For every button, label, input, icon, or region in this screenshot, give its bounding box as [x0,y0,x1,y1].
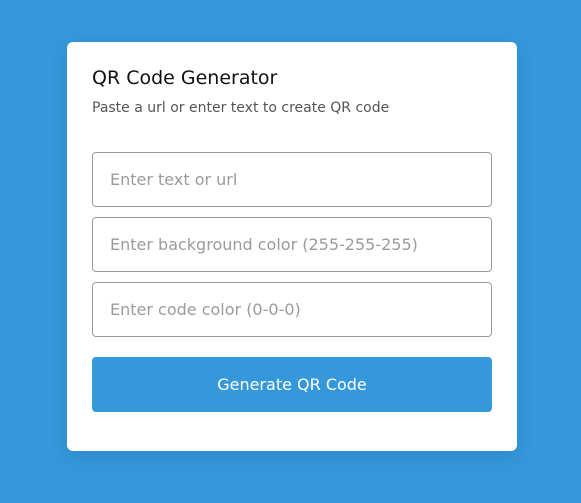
page-subtitle: Paste a url or enter text to create QR c… [92,100,390,116]
generate-qr-code-button[interactable]: Generate QR Code [92,357,492,412]
code-color-input[interactable] [92,282,492,337]
page-title: QR Code Generator [92,67,278,89]
background-color-input[interactable] [92,217,492,272]
qr-generator-card: QR Code Generator Paste a url or enter t… [67,42,517,451]
text-url-input[interactable] [92,152,492,207]
